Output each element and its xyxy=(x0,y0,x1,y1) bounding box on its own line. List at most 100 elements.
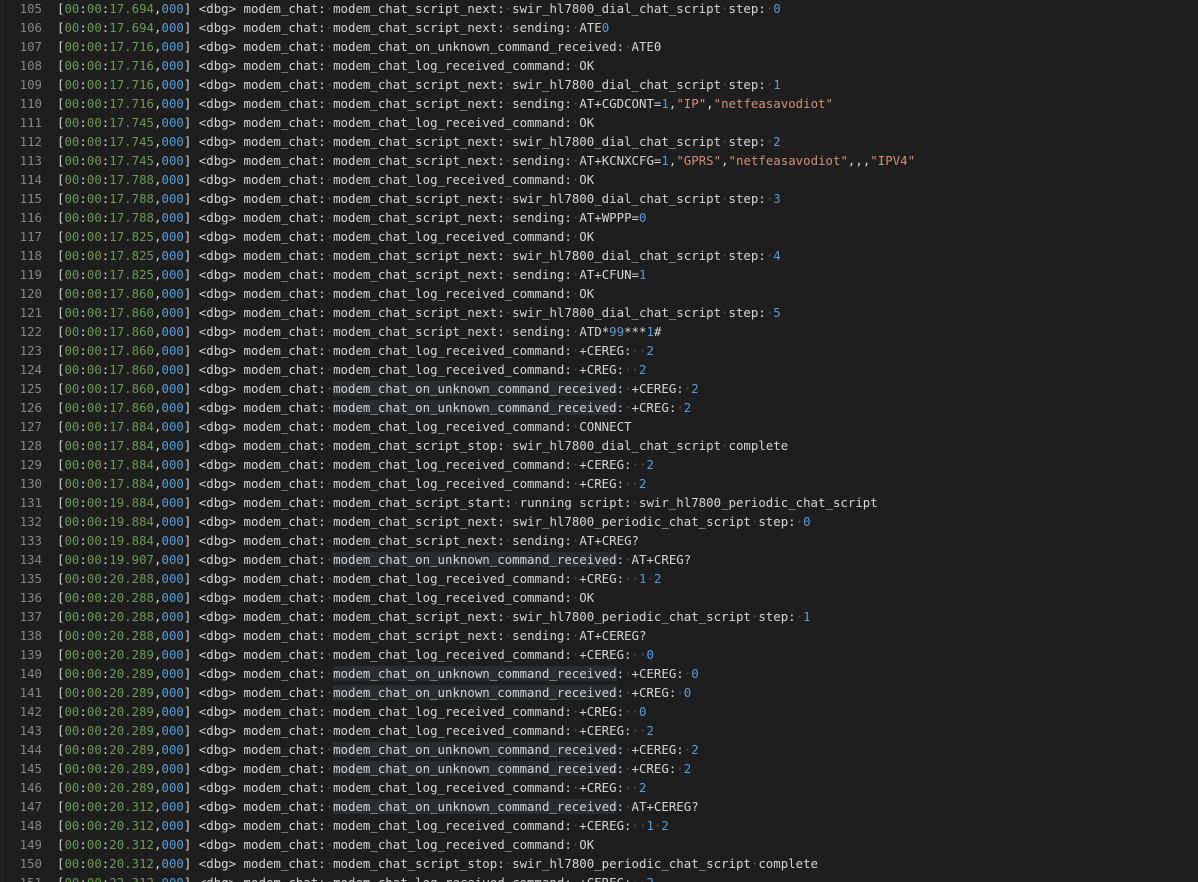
log-entry-text: [00:00:17.788,000] <dbg> modem_chat:·mod… xyxy=(57,191,781,206)
log-line: 136 [00:00:20.288,000] <dbg> modem_chat:·… xyxy=(0,588,1198,607)
log-entry-text: [00:00:20.289,000] <dbg> modem_chat:·mod… xyxy=(57,742,699,757)
log-entry-text: [00:00:17.825,000] <dbg> modem_chat:·mod… xyxy=(57,229,595,244)
log-line: 119 [00:00:17.825,000] <dbg> modem_chat:·… xyxy=(0,265,1198,284)
log-entry-text: [00:00:20.288,000] <dbg> modem_chat:·mod… xyxy=(57,571,662,586)
log-entry-text: [00:00:20.312,000] <dbg> modem_chat:·mod… xyxy=(57,818,669,833)
log-entry-text: [00:00:17.788,000] <dbg> modem_chat:·mod… xyxy=(57,172,595,187)
log-line: 137 [00:00:20.288,000] <dbg> modem_chat:·… xyxy=(0,607,1198,626)
line-number: 147 xyxy=(19,799,42,814)
line-number: 120 xyxy=(19,286,42,301)
line-number: 126 xyxy=(19,400,42,415)
line-number: 142 xyxy=(19,704,42,719)
log-line: 143 [00:00:20.289,000] <dbg> modem_chat:·… xyxy=(0,721,1198,740)
log-entry-text: [00:00:20.288,000] <dbg> modem_chat:·mod… xyxy=(57,590,595,605)
log-entry-text: [00:00:20.289,000] <dbg> modem_chat:·mod… xyxy=(57,780,647,795)
log-entry-text: [00:00:20.289,000] <dbg> modem_chat:·mod… xyxy=(57,723,654,738)
log-line: 115 [00:00:17.788,000] <dbg> modem_chat:·… xyxy=(0,189,1198,208)
log-line: 148 [00:00:20.312,000] <dbg> modem_chat:·… xyxy=(0,816,1198,835)
log-line: 130 [00:00:17.884,000] <dbg> modem_chat:·… xyxy=(0,474,1198,493)
log-entry-text: [00:00:17.860,000] <dbg> modem_chat:·mod… xyxy=(57,400,692,415)
line-number: 140 xyxy=(19,666,42,681)
log-line: 138 [00:00:20.288,000] <dbg> modem_chat:·… xyxy=(0,626,1198,645)
line-number: 113 xyxy=(19,153,42,168)
log-entry-text: [00:00:20.289,000] <dbg> modem_chat:·mod… xyxy=(57,647,654,662)
log-line: 139 [00:00:20.289,000] <dbg> modem_chat:·… xyxy=(0,645,1198,664)
log-entry-text: [00:00:19.884,000] <dbg> modem_chat:·mod… xyxy=(57,495,878,510)
line-number: 123 xyxy=(19,343,42,358)
log-entry-text: [00:00:17.860,000] <dbg> modem_chat:·mod… xyxy=(57,305,781,320)
log-line: 106 [00:00:17.694,000] <dbg> modem_chat:·… xyxy=(0,18,1198,37)
log-line: 123 [00:00:17.860,000] <dbg> modem_chat:·… xyxy=(0,341,1198,360)
log-line: 142 [00:00:20.289,000] <dbg> modem_chat:·… xyxy=(0,702,1198,721)
line-number: 134 xyxy=(19,552,42,567)
line-number: 149 xyxy=(19,837,42,852)
log-entry-text: [00:00:17.745,000] <dbg> modem_chat:·mod… xyxy=(57,153,916,168)
log-entry-text: [00:00:17.884,000] <dbg> modem_chat:·mod… xyxy=(57,419,632,434)
log-entry-text: [00:00:17.745,000] <dbg> modem_chat:·mod… xyxy=(57,115,595,130)
log-line: 112 [00:00:17.745,000] <dbg> modem_chat:·… xyxy=(0,132,1198,151)
log-line: 145 [00:00:20.289,000] <dbg> modem_chat:·… xyxy=(0,759,1198,778)
line-number: 127 xyxy=(19,419,42,434)
log-entry-text: [00:00:20.289,000] <dbg> modem_chat:·mod… xyxy=(57,761,692,776)
log-entry-text: [00:00:20.289,000] <dbg> modem_chat:·mod… xyxy=(57,666,699,681)
log-line: 114 [00:00:17.788,000] <dbg> modem_chat:·… xyxy=(0,170,1198,189)
log-line: 110 [00:00:17.716,000] <dbg> modem_chat:·… xyxy=(0,94,1198,113)
line-number: 125 xyxy=(19,381,42,396)
log-line: 122 [00:00:17.860,000] <dbg> modem_chat:·… xyxy=(0,322,1198,341)
line-number: 131 xyxy=(19,495,42,510)
log-entry-text: [00:00:20.312,000] <dbg> modem_chat:·mod… xyxy=(57,799,699,814)
log-line: 109 [00:00:17.716,000] <dbg> modem_chat:·… xyxy=(0,75,1198,94)
log-entry-text: [00:00:17.694,000] <dbg> modem_chat:·mod… xyxy=(57,20,610,35)
log-line: 126 [00:00:17.860,000] <dbg> modem_chat:·… xyxy=(0,398,1198,417)
log-entry-text: [00:00:17.694,000] <dbg> modem_chat:·mod… xyxy=(57,1,781,16)
line-number: 136 xyxy=(19,590,42,605)
line-number: 110 xyxy=(19,96,42,111)
line-number: 150 xyxy=(19,856,42,871)
line-number: 111 xyxy=(19,115,42,130)
line-number: 144 xyxy=(19,742,42,757)
log-line: 140 [00:00:20.289,000] <dbg> modem_chat:·… xyxy=(0,664,1198,683)
log-entry-text: [00:00:20.312,000] <dbg> modem_chat:·mod… xyxy=(57,837,595,852)
log-line: 129 [00:00:17.884,000] <dbg> modem_chat:·… xyxy=(0,455,1198,474)
log-entry-text: [00:00:17.716,000] <dbg> modem_chat:·mod… xyxy=(57,96,833,111)
log-line: 150 [00:00:20.312,000] <dbg> modem_chat:·… xyxy=(0,854,1198,873)
line-number: 137 xyxy=(19,609,42,624)
log-line: 151[00:00:22.312,000] <dbg> modem_chat:·… xyxy=(0,873,1198,882)
log-line: 116 [00:00:17.788,000] <dbg> modem_chat:·… xyxy=(0,208,1198,227)
log-entry-text: [00:00:17.860,000] <dbg> modem_chat:·mod… xyxy=(57,286,595,301)
line-number: 132 xyxy=(19,514,42,529)
log-editor[interactable]: 105 [00:00:17.694,000] <dbg> modem_chat:·… xyxy=(0,0,1198,882)
log-entry-text: [00:00:17.860,000] <dbg> modem_chat:·mod… xyxy=(57,343,654,358)
log-entry-text: [00:00:17.825,000] <dbg> modem_chat:·mod… xyxy=(57,248,781,263)
log-line: 134 [00:00:19.907,000] <dbg> modem_chat:·… xyxy=(0,550,1198,569)
log-line: 120 [00:00:17.860,000] <dbg> modem_chat:·… xyxy=(0,284,1198,303)
log-entry-text: [00:00:20.312,000] <dbg> modem_chat:·mod… xyxy=(57,856,819,871)
log-line: 135 [00:00:20.288,000] <dbg> modem_chat:·… xyxy=(0,569,1198,588)
line-number: 107 xyxy=(19,39,42,54)
log-entry-text: [00:00:17.825,000] <dbg> modem_chat:·mod… xyxy=(57,267,647,282)
log-entry-text: [00:00:17.860,000] <dbg> modem_chat:·mod… xyxy=(57,362,647,377)
line-number: 143 xyxy=(19,723,42,738)
log-entry-text: [00:00:20.289,000] <dbg> modem_chat:·mod… xyxy=(57,704,647,719)
log-entry-text: [00:00:20.288,000] <dbg> modem_chat:·mod… xyxy=(57,628,647,643)
log-line: 147 [00:00:20.312,000] <dbg> modem_chat:·… xyxy=(0,797,1198,816)
line-number: 106 xyxy=(19,20,42,35)
log-line: 141 [00:00:20.289,000] <dbg> modem_chat:·… xyxy=(0,683,1198,702)
line-number: 141 xyxy=(19,685,42,700)
log-entry-text: [00:00:20.288,000] <dbg> modem_chat:·mod… xyxy=(57,609,811,624)
line-number: 118 xyxy=(19,248,42,263)
line-number: 148 xyxy=(19,818,42,833)
log-entry-text: [00:00:22.312,000] <dbg> modem_chat:·mod… xyxy=(57,873,654,882)
log-entry-text: [00:00:20.289,000] <dbg> modem_chat:·mod… xyxy=(57,685,692,700)
log-line: 149 [00:00:20.312,000] <dbg> modem_chat:·… xyxy=(0,835,1198,854)
log-entry-text: [00:00:19.884,000] <dbg> modem_chat:·mod… xyxy=(57,514,811,529)
line-number: 109 xyxy=(19,77,42,92)
line-number: 135 xyxy=(19,571,42,586)
log-line: 111 [00:00:17.745,000] <dbg> modem_chat:·… xyxy=(0,113,1198,132)
log-line: 118 [00:00:17.825,000] <dbg> modem_chat:·… xyxy=(0,246,1198,265)
line-number: 133 xyxy=(19,533,42,548)
log-line: 121 [00:00:17.860,000] <dbg> modem_chat:·… xyxy=(0,303,1198,322)
line-number: 122 xyxy=(19,324,42,339)
line-number: 124 xyxy=(19,362,42,377)
log-line: 144 [00:00:20.289,000] <dbg> modem_chat:·… xyxy=(0,740,1198,759)
